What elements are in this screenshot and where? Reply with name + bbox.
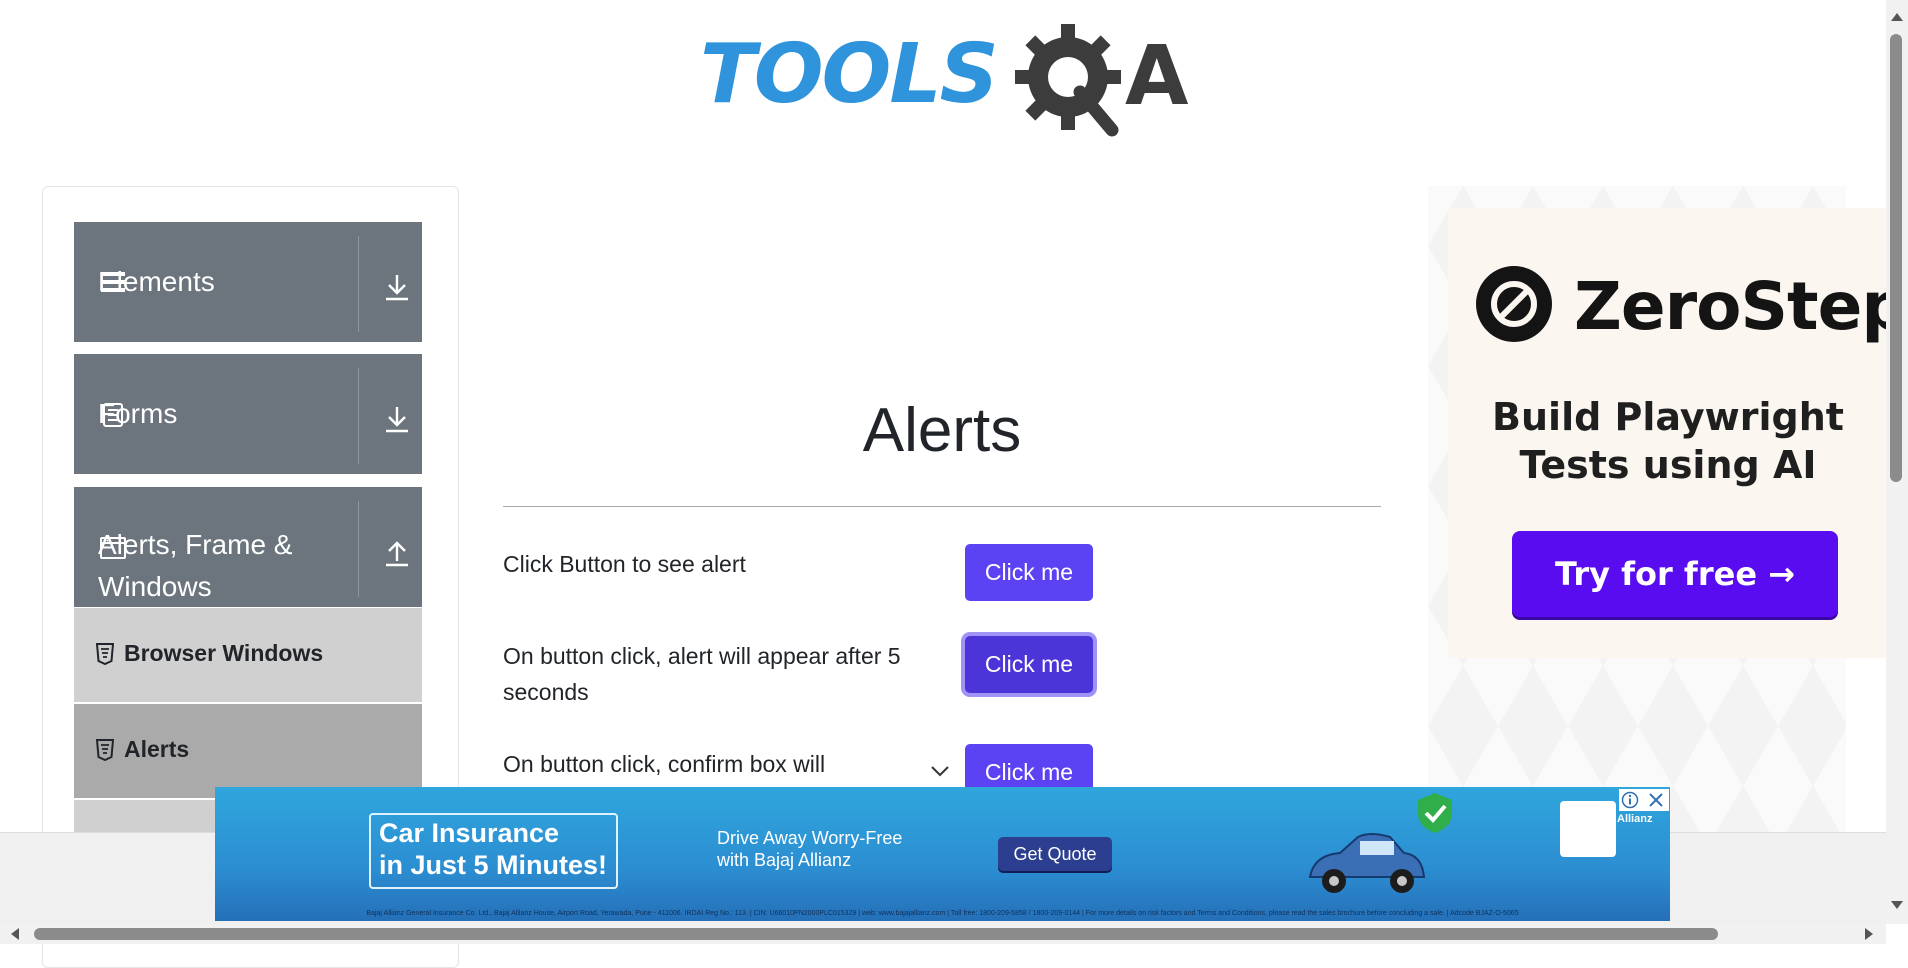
- sidebar-group-forms[interactable]: Forms: [74, 354, 422, 474]
- zerostep-ad[interactable]: ZeroStep Build Playwright Tests using AI…: [1448, 208, 1908, 658]
- download-icon[interactable]: [382, 404, 412, 434]
- timer-alert-row-label: On button click, alert will appear after…: [503, 643, 901, 705]
- html5-icon: [96, 643, 114, 665]
- sidebar-group-label-line2: Windows: [98, 571, 212, 602]
- zerostep-brand: ZeroStep: [1574, 268, 1908, 345]
- upload-icon[interactable]: [382, 537, 412, 567]
- ad-headline-line1: Car Insurance: [379, 818, 560, 848]
- page-title: Alerts: [862, 396, 1022, 465]
- ad-choices[interactable]: [1619, 789, 1669, 811]
- divider: [358, 501, 359, 597]
- scroll-up-icon[interactable]: [1889, 10, 1905, 24]
- close-icon[interactable]: [1647, 791, 1665, 809]
- chevron-down-icon[interactable]: [930, 764, 950, 778]
- divider: [358, 368, 359, 464]
- ad-subtext-line1: Drive Away Worry-Free: [717, 828, 903, 848]
- sidebar-group-label: Elements: [98, 266, 215, 297]
- logo-text-a: A: [1125, 29, 1189, 124]
- sidebar-group-label-line1: Alerts, Frame &: [98, 529, 293, 560]
- get-quote-button[interactable]: Get Quote: [998, 837, 1112, 871]
- toolsqa-logo[interactable]: TOOLS A: [700, 22, 1190, 137]
- scroll-right-icon[interactable]: [1862, 926, 1876, 942]
- try-for-free-button[interactable]: Try for free →: [1512, 531, 1838, 617]
- sidebar-item-browser-windows[interactable]: Browser Windows: [74, 608, 422, 702]
- sidebar-group-elements[interactable]: Elements: [74, 222, 422, 342]
- ad-brand: Allianz: [1617, 813, 1653, 825]
- sidebar-group-label: Forms: [98, 398, 178, 429]
- ad-fine-print: Bajaj Allianz General Insurance Co. Ltd.…: [366, 910, 1519, 917]
- alert-button[interactable]: Click me: [965, 544, 1093, 601]
- zerostep-tagline-line1: Build Playwright: [1492, 395, 1844, 439]
- sidebar-item-alerts[interactable]: Alerts: [74, 704, 422, 798]
- insurance-banner-ad[interactable]: Car Insurance in Just 5 Minutes! Drive A…: [215, 787, 1670, 921]
- ad-headline: Car Insurance in Just 5 Minutes!: [379, 817, 607, 881]
- zerostep-tagline: Build Playwright Tests using AI: [1448, 393, 1888, 489]
- scroll-left-icon[interactable]: [8, 926, 22, 942]
- ad-subtext: Drive Away Worry-Free with Bajaj Allianz: [717, 827, 902, 871]
- sidebar-item-label: Alerts: [124, 736, 190, 762]
- alert-row-label: Click Button to see alert: [503, 551, 746, 577]
- vertical-scroll-thumb[interactable]: [1890, 34, 1902, 482]
- horizontal-scroll-thumb[interactable]: [34, 928, 1718, 940]
- confirm-row-label: On button click, confirm box will: [503, 751, 826, 777]
- shield-check-icon: [1418, 793, 1452, 833]
- sidebar-group-alerts-frame-windows[interactable]: Alerts, Frame & Windows: [74, 487, 422, 607]
- zerostep-tagline-line2: Tests using AI: [1519, 443, 1817, 487]
- title-divider: [503, 506, 1381, 507]
- sidebar-item-label: Browser Windows: [124, 640, 324, 666]
- divider: [358, 236, 359, 332]
- logo-text-tools: TOOLS: [700, 27, 999, 122]
- html5-icon: [96, 739, 114, 761]
- info-icon[interactable]: [1621, 791, 1639, 809]
- download-icon[interactable]: [382, 272, 412, 302]
- ad-headline-line2: in Just 5 Minutes!: [379, 850, 608, 880]
- vintage-car-icon: [1308, 833, 1426, 893]
- gear-magnifier-icon: [1015, 24, 1121, 137]
- zerostep-logo-icon: [1476, 266, 1552, 342]
- timer-alert-button[interactable]: Click me: [965, 636, 1093, 693]
- ad-subtext-line2: with Bajaj Allianz: [717, 850, 852, 870]
- bajaj-logo-icon: [1560, 801, 1616, 857]
- scroll-down-icon[interactable]: [1889, 898, 1905, 912]
